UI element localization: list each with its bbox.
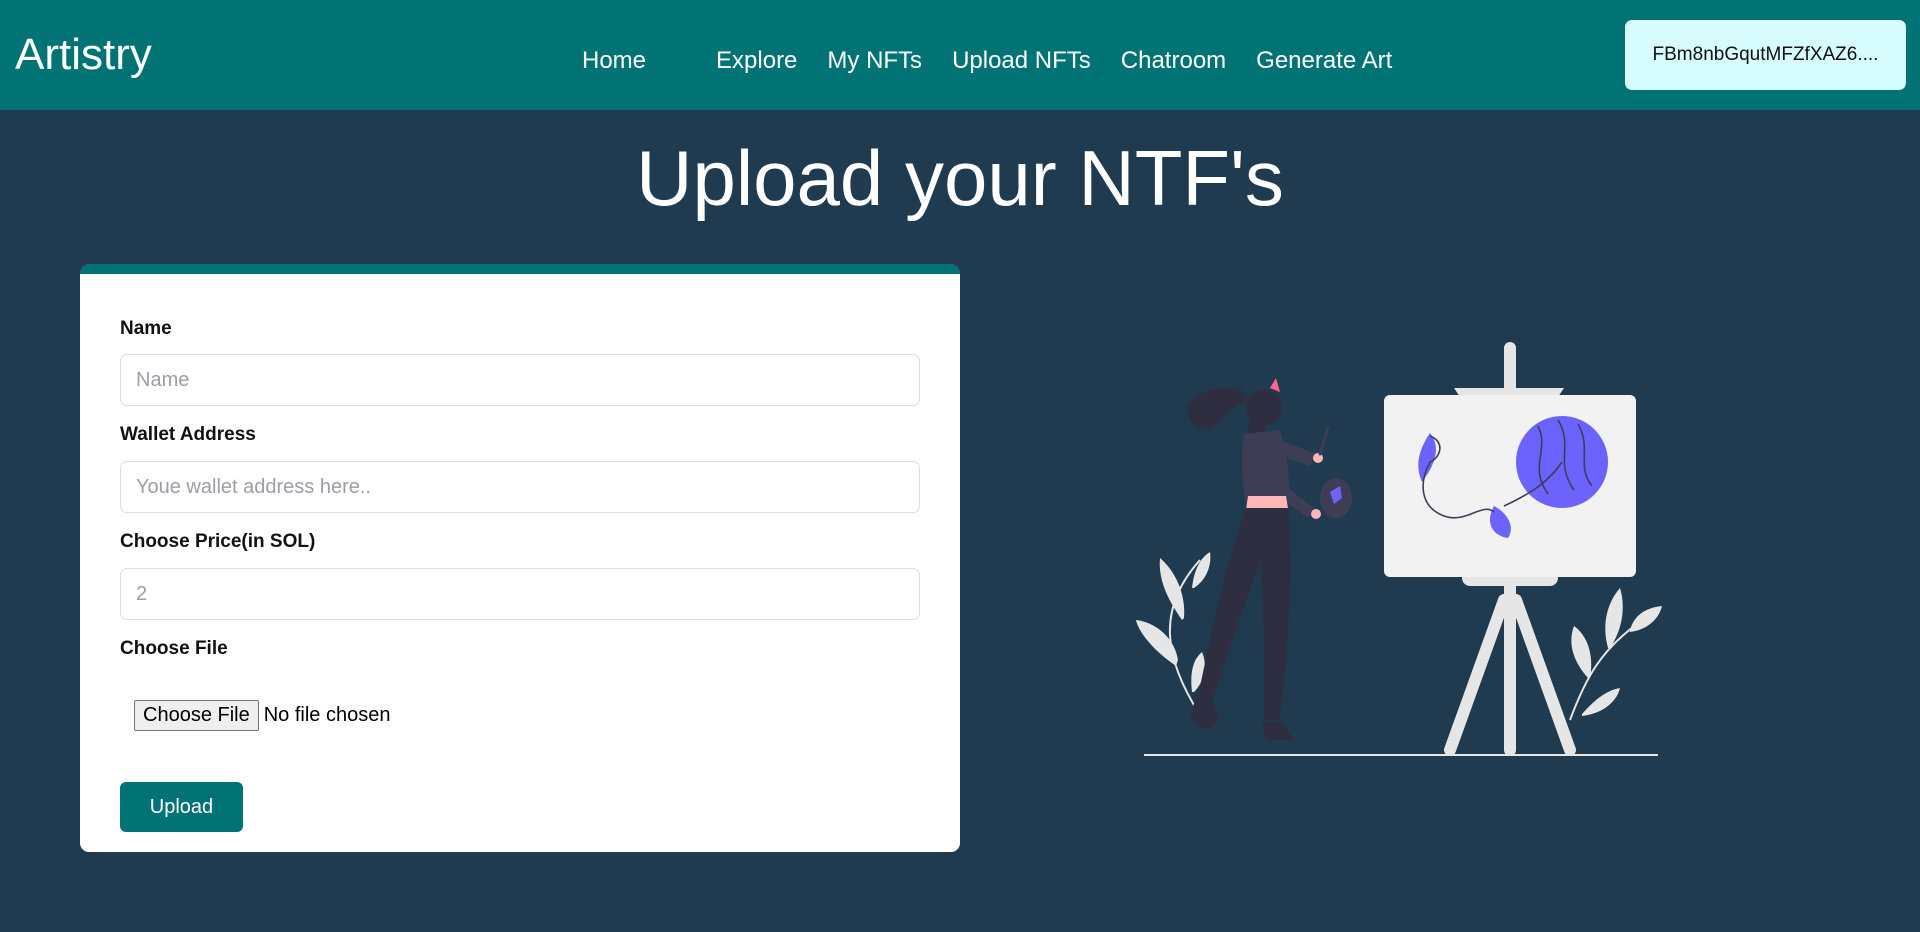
wallet-address-input[interactable] (120, 461, 920, 513)
page-title: Upload your NTF's (636, 134, 1284, 222)
nav-link-explore[interactable]: Explore (716, 47, 797, 75)
easel (1384, 342, 1636, 756)
nav-link-chatroom[interactable]: Chatroom (1121, 47, 1226, 75)
nav-link-upload-nfts[interactable]: Upload NFTs (952, 47, 1091, 75)
navbar: Artistry Home Explore My NFTs Upload NFT… (0, 0, 1920, 110)
file-label: Choose File (120, 638, 228, 659)
nav-link-home[interactable]: Home (582, 47, 646, 75)
nav-links: Home Explore My NFTs Upload NFTs Chatroo… (582, 44, 1422, 78)
nav-link-generate-art[interactable]: Generate Art (1256, 47, 1392, 75)
right-plant (1569, 588, 1662, 721)
choose-file-button[interactable]: Choose File (134, 700, 259, 731)
file-status: No file chosen (263, 704, 391, 726)
woman-painting-illustration (1136, 342, 1662, 756)
woman-figure (1187, 378, 1352, 740)
wallet-button[interactable]: FBm8nbGqutMFZfXAZ6.... (1625, 20, 1906, 90)
price-label: Choose Price(in SOL) (120, 531, 316, 552)
nav-link-my-nfts[interactable]: My NFTs (827, 47, 922, 75)
upload-button[interactable]: Upload (120, 782, 243, 832)
upload-form: Name Wallet Address Choose Price(in SOL)… (80, 264, 960, 852)
file-picker: Choose File No file chosen (134, 700, 390, 731)
brand-logo[interactable]: Artistry (15, 26, 152, 84)
wallet-address-label: Wallet Address (120, 424, 256, 445)
price-input[interactable] (120, 568, 920, 620)
name-label: Name (120, 318, 172, 339)
name-input[interactable] (120, 354, 920, 406)
